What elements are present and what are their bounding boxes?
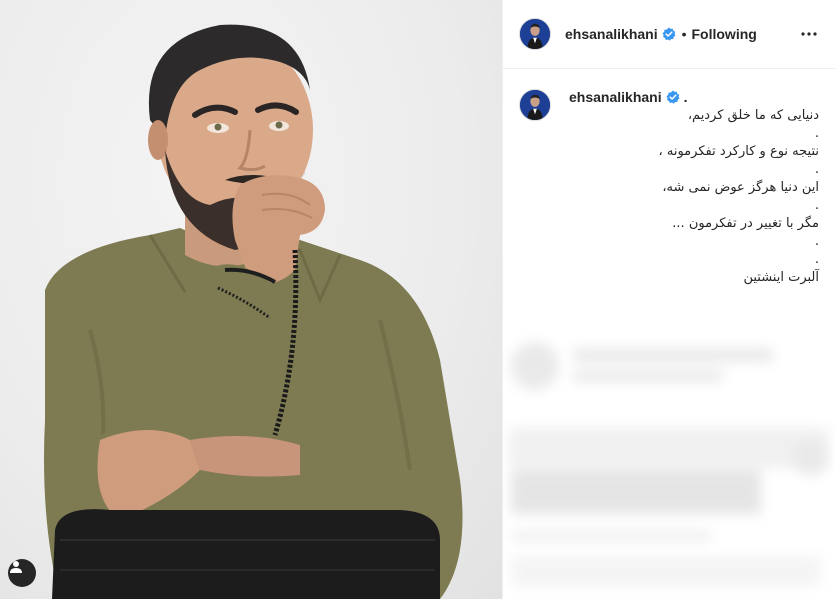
author-avatar[interactable] — [519, 18, 551, 50]
following-button[interactable]: Following — [692, 26, 757, 42]
caption-line: این دنیا هرگز عوض نمی شه، — [662, 180, 819, 195]
caption-line: . — [814, 162, 819, 177]
caption-text: دنیایی که ما خلق کردیم، . نتیجه نوع و کا… — [569, 107, 819, 287]
post-header: ehsanalikhani • Following — [503, 0, 835, 69]
caption-username[interactable]: ehsanalikhani — [569, 89, 662, 105]
post-photo-illustration — [44, 24, 463, 599]
caption: ehsanalikhani . دنیایی که ما خلق کردیم، … — [503, 69, 835, 287]
avatar-image — [520, 19, 550, 49]
caption-line: . — [814, 234, 819, 249]
avatar-image — [520, 90, 550, 120]
user-icon — [10, 561, 22, 573]
post-side-panel: ehsanalikhani • Following ehsanalikhani … — [502, 0, 835, 599]
caption-line: . — [814, 126, 819, 141]
blurred-comments — [503, 320, 835, 599]
post-photo[interactable] — [0, 0, 502, 599]
caption-line: . — [814, 198, 819, 213]
caption-line: آلبرت اینشتین — [743, 270, 819, 285]
caption-line: مگر با تغییر در تفکرمون ... — [672, 216, 819, 231]
verified-badge-icon — [662, 27, 676, 41]
more-options-button[interactable] — [797, 22, 821, 46]
caption-body: ehsanalikhani . دنیایی که ما خلق کردیم، … — [569, 89, 819, 287]
tagged-users-button[interactable] — [8, 559, 36, 587]
caption-line: . — [814, 252, 819, 267]
caption-avatar[interactable] — [519, 89, 551, 121]
header-separator: • — [681, 26, 687, 42]
caption-header: ehsanalikhani . — [569, 89, 819, 105]
author-username[interactable]: ehsanalikhani — [565, 26, 658, 42]
caption-period: . — [683, 89, 688, 105]
verified-badge-icon — [666, 90, 680, 104]
caption-line: نتیجه نوع و کارکرد تفکرمونه ، — [658, 144, 819, 159]
caption-line: دنیایی که ما خلق کردیم، — [687, 108, 819, 123]
more-horizontal-icon — [801, 32, 817, 36]
